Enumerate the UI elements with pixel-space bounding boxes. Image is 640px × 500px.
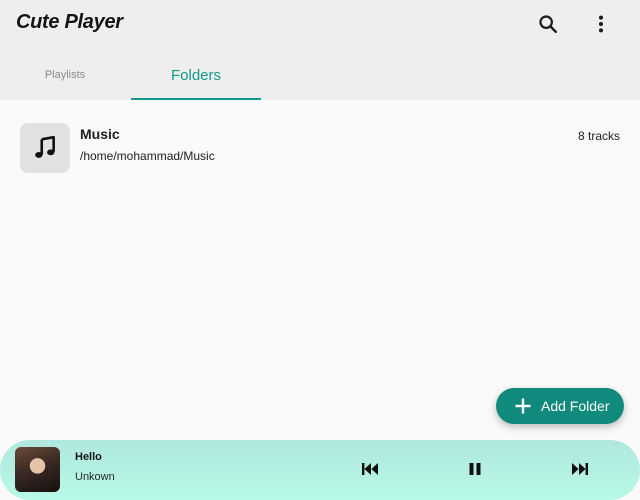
skip-previous-icon bbox=[362, 463, 378, 475]
album-art[interactable] bbox=[15, 447, 60, 492]
more-options-button[interactable] bbox=[583, 6, 619, 42]
previous-track-button[interactable] bbox=[359, 458, 381, 480]
pause-icon bbox=[469, 463, 481, 475]
add-folder-button[interactable]: Add Folder bbox=[496, 388, 624, 424]
music-note-icon bbox=[35, 135, 55, 158]
track-title: Hello bbox=[75, 451, 102, 463]
search-button[interactable] bbox=[530, 6, 566, 42]
search-icon bbox=[539, 15, 557, 33]
folder-thumbnail bbox=[20, 123, 70, 173]
track-artist: Unkown bbox=[75, 471, 115, 483]
app-title: Cute Player bbox=[16, 11, 123, 33]
more-vert-icon bbox=[598, 15, 604, 33]
folder-item-music[interactable]: Music /home/mohammad/Music 8 tracks bbox=[0, 114, 640, 182]
add-folder-label: Add Folder bbox=[541, 398, 610, 414]
skip-next-icon bbox=[572, 463, 588, 475]
pause-button[interactable] bbox=[464, 458, 486, 480]
tab-playlists[interactable]: Playlists bbox=[0, 50, 130, 100]
now-playing-bar[interactable]: Hello Unkown bbox=[0, 440, 640, 500]
folder-track-count: 8 tracks bbox=[577, 129, 620, 143]
folder-name: Music bbox=[80, 126, 120, 142]
plus-icon bbox=[514, 397, 532, 415]
tab-folders[interactable]: Folders bbox=[131, 50, 261, 100]
folder-path: /home/mohammad/Music bbox=[80, 149, 215, 163]
app-header: Cute Player Playlists Folders bbox=[0, 0, 640, 100]
tab-indicator bbox=[131, 98, 261, 100]
next-track-button[interactable] bbox=[569, 458, 591, 480]
